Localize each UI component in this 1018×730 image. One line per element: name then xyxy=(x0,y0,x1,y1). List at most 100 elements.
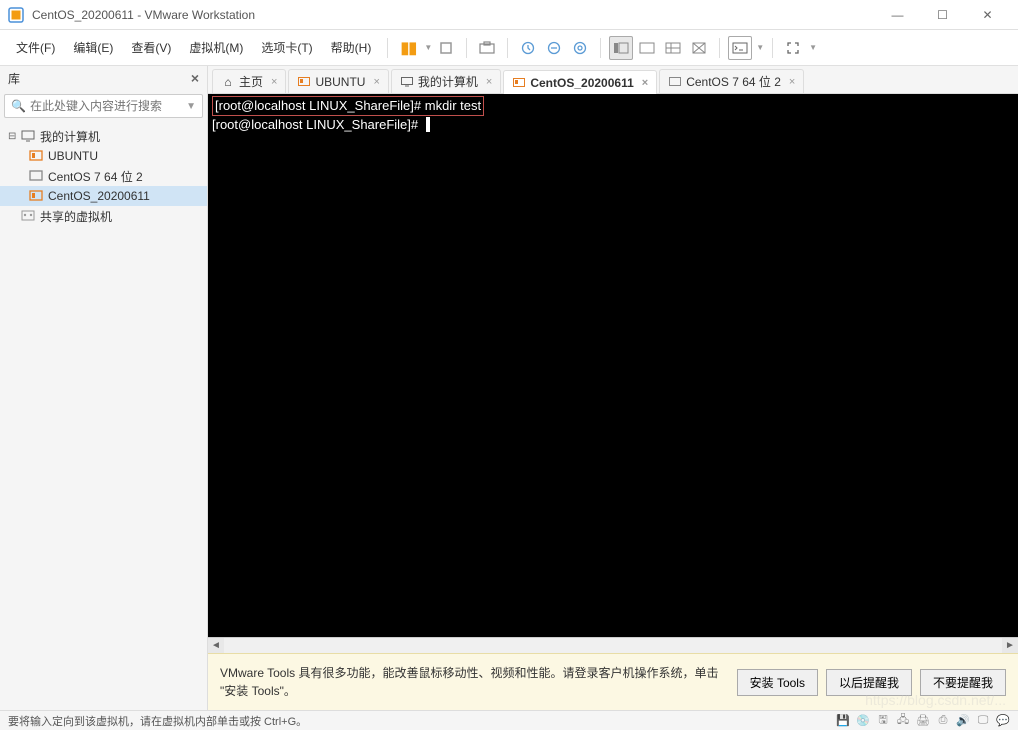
tree-label: CentOS 7 64 位 2 xyxy=(48,168,199,185)
separator xyxy=(600,38,601,58)
tree-label: CentOS_20200611 xyxy=(48,189,199,203)
snapshot-button[interactable] xyxy=(475,36,499,60)
maximize-button[interactable]: ☐ xyxy=(920,0,965,30)
menu-file[interactable]: 文件(F) xyxy=(8,35,63,60)
scroll-track[interactable] xyxy=(224,638,1002,654)
vm-icon xyxy=(668,77,682,87)
statusbar: 要将输入定向到该虚拟机，请在虚拟机内部单击或按 Ctrl+G。 💾 💿 🖫 🖧 … xyxy=(0,710,1018,730)
tree-root-mycomputer[interactable]: ⊟ 我的计算机 xyxy=(0,126,207,146)
sidebar-title: 库 xyxy=(8,70,20,87)
terminal-cursor xyxy=(426,117,430,132)
pause-button[interactable]: ▮▮ xyxy=(396,36,420,60)
vm-running-icon xyxy=(28,150,44,162)
printer-icon[interactable]: 🖨 xyxy=(916,714,930,728)
vm-running-icon xyxy=(512,78,526,88)
separator xyxy=(387,38,388,58)
separator xyxy=(466,38,467,58)
stop-button[interactable] xyxy=(434,36,458,60)
separator xyxy=(507,38,508,58)
tab-label: UBUNTU xyxy=(315,75,365,89)
remind-later-button[interactable]: 以后提醒我 xyxy=(826,669,912,696)
tab-close-icon[interactable]: × xyxy=(373,76,379,88)
vmware-tools-infobar: VMware Tools 具有很多功能，能改善鼠标移动性、视频和性能。请登录客户… xyxy=(208,653,1018,710)
vm-icon xyxy=(28,170,44,182)
chevron-down-icon[interactable]: ▼ xyxy=(424,43,432,52)
tab-close-icon[interactable]: × xyxy=(271,76,277,88)
tab-label: CentOS 7 64 位 2 xyxy=(686,73,781,90)
menu-help[interactable]: 帮助(H) xyxy=(323,35,380,60)
tab-label: CentOS_20200611 xyxy=(530,76,633,90)
computer-icon xyxy=(400,77,414,87)
tab-home[interactable]: ⌂ 主页 × xyxy=(212,69,286,93)
floppy-icon[interactable]: 🖫 xyxy=(876,714,890,728)
tool-gear-icon[interactable] xyxy=(568,36,592,60)
terminal-viewport[interactable]: [root@localhost LINUX_ShareFile]# mkdir … xyxy=(208,94,1018,653)
search-dropdown-icon[interactable]: ▼ xyxy=(186,101,196,112)
tab-strip: ⌂ 主页 × UBUNTU × 我的计算机 × CentOS_20200611 … xyxy=(208,66,1018,94)
usb-icon[interactable]: ⎙ xyxy=(936,714,950,728)
terminal-highlight: [root@localhost LINUX_ShareFile]# mkdir … xyxy=(212,96,484,116)
menu-edit[interactable]: 编辑(E) xyxy=(65,35,121,60)
menu-vm[interactable]: 虚拟机(M) xyxy=(181,35,251,60)
install-tools-button[interactable]: 安装 Tools xyxy=(737,669,818,696)
chevron-down-icon[interactable]: ▼ xyxy=(809,43,817,52)
tab-close-icon[interactable]: × xyxy=(642,77,648,89)
sidebar-close-button[interactable]: × xyxy=(191,70,199,86)
fullscreen-button[interactable] xyxy=(781,36,805,60)
tab-close-icon[interactable]: × xyxy=(486,76,492,88)
content-area: ⌂ 主页 × UBUNTU × 我的计算机 × CentOS_20200611 … xyxy=(208,66,1018,710)
cd-icon[interactable]: 💿 xyxy=(856,714,870,728)
view-mode3-button[interactable] xyxy=(661,36,685,60)
window-controls: — ☐ ✕ xyxy=(875,0,1010,30)
horizontal-scrollbar[interactable]: ◄ ► xyxy=(208,637,1018,653)
chevron-down-icon[interactable]: ▼ xyxy=(756,43,764,52)
menu-view[interactable]: 查看(V) xyxy=(123,35,179,60)
terminal-command: mkdir test xyxy=(421,98,481,113)
tab-close-icon[interactable]: × xyxy=(789,76,795,88)
shared-icon xyxy=(20,210,36,222)
console-button[interactable] xyxy=(728,36,752,60)
tab-mycomputer[interactable]: 我的计算机 × xyxy=(391,69,501,93)
status-text: 要将输入定向到该虚拟机，请在虚拟机内部单击或按 Ctrl+G。 xyxy=(8,713,836,729)
search-icon: 🔍 xyxy=(11,99,26,113)
pause-icon: ▮▮ xyxy=(401,38,417,58)
tree-vm-centos20200611[interactable]: CentOS_20200611 xyxy=(0,186,207,206)
menu-tabs[interactable]: 选项卡(T) xyxy=(253,35,320,60)
minimize-button[interactable]: — xyxy=(875,0,920,30)
tab-ubuntu[interactable]: UBUNTU × xyxy=(288,69,388,93)
window-title: CentOS_20200611 - VMware Workstation xyxy=(32,8,875,22)
tree-shared-vms[interactable]: 共享的虚拟机 xyxy=(0,206,207,226)
vm-running-icon xyxy=(297,77,311,87)
tab-centos20200611[interactable]: CentOS_20200611 × xyxy=(503,70,657,94)
tree-label: 共享的虚拟机 xyxy=(40,208,199,225)
main-layout: 库 × 🔍 ▼ ⊟ 我的计算机 UBUNTU CentOS 7 64 位 2 xyxy=(0,66,1018,710)
network-icon[interactable]: 🖧 xyxy=(896,714,910,728)
vm-running-icon xyxy=(28,190,44,202)
disk-icon[interactable]: 💾 xyxy=(836,714,850,728)
tab-centos7[interactable]: CentOS 7 64 位 2 × xyxy=(659,69,804,93)
tab-label: 主页 xyxy=(239,73,263,90)
sound-icon[interactable]: 🔊 xyxy=(956,714,970,728)
message-icon[interactable]: 💬 xyxy=(996,714,1010,728)
tree-vm-ubuntu[interactable]: UBUNTU xyxy=(0,146,207,166)
scroll-left-icon[interactable]: ◄ xyxy=(208,638,224,654)
app-icon xyxy=(8,7,24,23)
home-icon: ⌂ xyxy=(221,75,235,89)
view-mode4-button[interactable] xyxy=(687,36,711,60)
display-icon[interactable]: 🖵 xyxy=(976,714,990,728)
menubar: 文件(F) 编辑(E) 查看(V) 虚拟机(M) 选项卡(T) 帮助(H) ▮▮… xyxy=(0,30,1018,66)
tree-label: UBUNTU xyxy=(48,149,199,163)
view-mode1-button[interactable] xyxy=(609,36,633,60)
close-button[interactable]: ✕ xyxy=(965,0,1010,30)
terminal-content: [root@localhost LINUX_ShareFile]# mkdir … xyxy=(208,94,1018,136)
scroll-right-icon[interactable]: ► xyxy=(1002,638,1018,654)
view-mode2-button[interactable] xyxy=(635,36,659,60)
tool-clock2-icon[interactable] xyxy=(542,36,566,60)
collapse-icon[interactable]: ⊟ xyxy=(8,131,20,142)
search-box[interactable]: 🔍 ▼ xyxy=(4,94,203,118)
tree-vm-centos7[interactable]: CentOS 7 64 位 2 xyxy=(0,166,207,186)
search-input[interactable] xyxy=(30,99,186,113)
tool-clock-icon[interactable] xyxy=(516,36,540,60)
dont-remind-button[interactable]: 不要提醒我 xyxy=(920,669,1006,696)
infobar-message: VMware Tools 具有很多功能，能改善鼠标移动性、视频和性能。请登录客户… xyxy=(220,664,729,700)
